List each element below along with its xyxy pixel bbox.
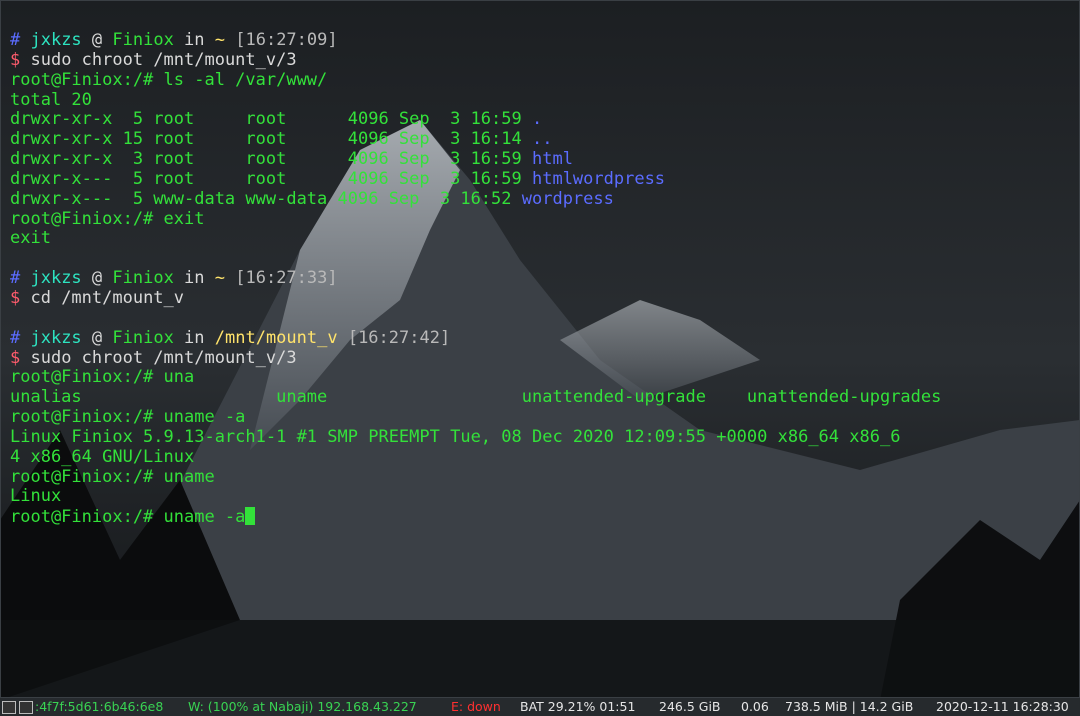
- status-bar: :4f7f:5d61:6b46:6e8 W: (100% at Nabaji) …: [0, 698, 1080, 716]
- terminal-text: root@Finiox:/# uname: [10, 467, 215, 487]
- load-average: 0.06: [741, 699, 769, 714]
- terminal-line: root@Finiox:/# uname -a: [10, 408, 1072, 428]
- terminal-line: $ cd /mnt/mount_v: [10, 289, 1072, 309]
- terminal-text: $: [10, 50, 31, 70]
- terminal-line: exit: [10, 229, 1072, 249]
- terminal-text: cd /mnt/mount_v: [30, 288, 185, 308]
- terminal-text: jxkzs: [30, 31, 82, 50]
- terminal-text: .: [531, 110, 543, 130]
- terminal-line: drwxr-x--- 5 www-data www-data 4096 Sep …: [10, 190, 1072, 210]
- tray-icon[interactable]: [19, 701, 33, 714]
- terminal-text: ~: [214, 31, 226, 50]
- terminal-line: unalias uname unattended-upgrade unatten…: [10, 388, 1072, 408]
- terminal-line: root@Finiox:/# una: [10, 368, 1072, 388]
- terminal-text: Linux: [10, 487, 62, 507]
- terminal-text: in: [173, 31, 215, 50]
- terminal-line: root@Finiox:/# uname -a: [10, 507, 1072, 527]
- terminal-line: $ sudo chroot /mnt/mount_v/3: [10, 349, 1072, 369]
- terminal-text: Finiox: [112, 269, 174, 289]
- memory-usage: 738.5 MiB | 14.2 GiB: [785, 699, 914, 714]
- terminal-text: @: [81, 269, 113, 289]
- terminal-text: Finiox: [112, 31, 174, 50]
- terminal-text: @: [81, 31, 113, 50]
- terminal-line: drwxr-xr-x 5 root root 4096 Sep 3 16:59 …: [10, 110, 1072, 130]
- terminal-text: drwxr-xr-x 15 root root 4096 Sep 3 16:14: [10, 130, 532, 150]
- terminal-text: exit: [10, 229, 51, 249]
- terminal-line: Linux: [10, 487, 1072, 507]
- terminal-text: root@Finiox:/# una: [10, 368, 195, 388]
- terminal-text: htmlwordpress: [531, 169, 666, 189]
- terminal-text: drwxr-xr-x 3 root root 4096 Sep 3 16:59: [10, 150, 532, 170]
- terminal-text: sudo chroot /mnt/mount_v/3: [30, 348, 297, 368]
- terminal-text: drwxr-x--- 5 www-data www-data 4096 Sep …: [10, 189, 522, 209]
- terminal-text: jxkzs: [30, 269, 82, 289]
- terminal-text: drwxr-xr-x 5 root root 4096 Sep 3 16:59: [10, 110, 532, 130]
- terminal-text: drwxr-x--- 5 root root 4096 Sep 3 16:59: [10, 169, 532, 189]
- terminal-text: Linux Finiox 5.9.13-arch1-1 #1 SMP PREEM…: [10, 427, 901, 447]
- terminal-line: # jxkzs @ Finiox in /mnt/mount_v [16:27:…: [10, 329, 1072, 349]
- terminal-text: root@Finiox:/# exit: [10, 209, 205, 229]
- terminal-text: [16:27:09]: [225, 31, 338, 50]
- terminal-text: unalias uname unattended-upgrade unatten…: [10, 388, 942, 408]
- terminal-line: root@Finiox:/# uname: [10, 468, 1072, 488]
- terminal-line: 4 x86_64 GNU/Linux: [10, 448, 1072, 468]
- terminal-text: jxkzs: [30, 328, 82, 348]
- terminal-text: [16:27:42]: [337, 328, 451, 348]
- terminal-text: /mnt/mount_v: [214, 328, 338, 348]
- terminal-line: Linux Finiox 5.9.13-arch1-1 #1 SMP PREEM…: [10, 428, 1072, 448]
- terminal-text: Finiox: [112, 328, 174, 348]
- terminal-text: #: [10, 31, 31, 50]
- battery-status: BAT 29.21% 01:51: [520, 699, 636, 714]
- terminal-line: root@Finiox:/# ls -al /var/www/: [10, 71, 1072, 91]
- terminal-text: ~: [214, 269, 226, 289]
- terminal-icon[interactable]: [2, 701, 16, 714]
- terminal-line: # jxkzs @ Finiox in ~ [16:27:33]: [10, 269, 1072, 289]
- disk-usage: 246.5 GiB: [659, 699, 721, 714]
- terminal-text: #: [10, 269, 31, 289]
- terminal-text: sudo chroot /mnt/mount_v/3: [30, 50, 297, 70]
- terminal-text: 4 x86_64 GNU/Linux: [10, 447, 195, 467]
- terminal-line: # jxkzs @ Finiox in ~ [16:27:09]: [10, 31, 1072, 51]
- terminal-text: $: [10, 348, 31, 368]
- terminal-text: $: [10, 288, 31, 308]
- terminal-text: ..: [531, 130, 553, 150]
- terminal-line: total 20: [10, 91, 1072, 111]
- ethernet-status: E: down: [451, 699, 501, 714]
- terminal-line: $ sudo chroot /mnt/mount_v/3: [10, 51, 1072, 71]
- terminal-line: drwxr-xr-x 3 root root 4096 Sep 3 16:59 …: [10, 150, 1072, 170]
- terminal-text: in: [173, 328, 215, 348]
- terminal-text: root@Finiox:/# ls -al /var/www/: [10, 70, 328, 90]
- terminal-text: wordpress: [521, 189, 614, 209]
- terminal-text: root@Finiox:/# uname -a: [10, 507, 246, 528]
- terminal-text: [16:27:33]: [225, 269, 338, 289]
- terminal-text: root@Finiox:/# uname -a: [10, 408, 246, 428]
- ipv6-address: :4f7f:5d61:6b46:6e8: [35, 699, 164, 714]
- terminal-text: in: [173, 269, 215, 289]
- terminal-window[interactable]: # jxkzs @ Finiox in ~ [16:27:09] $ sudo c…: [0, 0, 1080, 698]
- terminal-text: html: [531, 150, 573, 170]
- datetime: 2020-12-11 16:28:30: [936, 699, 1069, 714]
- wifi-status: W: (100% at Nabaji) 192.168.43.227: [188, 699, 417, 714]
- terminal-text: #: [10, 328, 31, 348]
- terminal-line: drwxr-x--- 5 root root 4096 Sep 3 16:59 …: [10, 170, 1072, 190]
- terminal-text: @: [81, 328, 113, 348]
- terminal-output: # jxkzs @ Finiox in ~ [16:27:09] $ sudo c…: [10, 31, 1072, 527]
- terminal-text: total 20: [10, 90, 92, 110]
- terminal-line: root@Finiox:/# exit: [10, 210, 1072, 230]
- text-cursor: [245, 507, 256, 526]
- terminal-line: drwxr-xr-x 15 root root 4096 Sep 3 16:14…: [10, 130, 1072, 150]
